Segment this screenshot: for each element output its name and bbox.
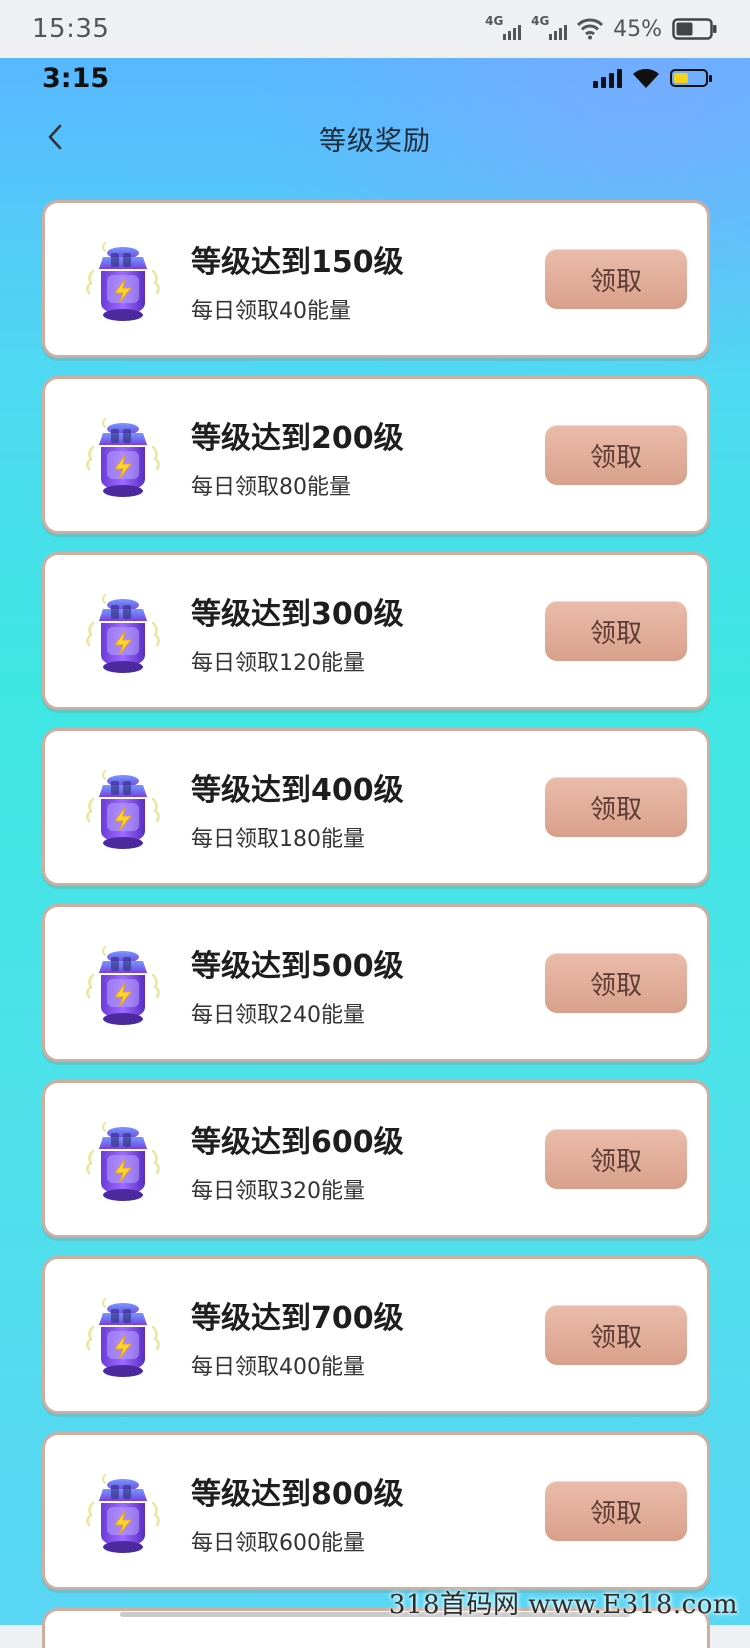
battery-percent: 45%: [613, 16, 662, 42]
energy-lantern-icon: [83, 769, 163, 853]
outer-status-bar: 15:35 4G 4G 45%: [0, 0, 750, 58]
wifi-icon: [633, 68, 659, 88]
energy-lantern-icon: [83, 945, 163, 1029]
nav-bar: 等级奖励: [0, 108, 750, 168]
reward-description: 每日领取40能量: [191, 299, 351, 324]
reward-level: 等级达到700级: [191, 1301, 404, 1336]
reward-level: 等级达到500级: [191, 949, 404, 984]
network-type-label: 4G: [485, 14, 504, 28]
page-title: 等级奖励: [319, 125, 431, 157]
reward-card: 等级达到700级 每日领取400能量 领取: [42, 1256, 710, 1414]
watermark: 318首码网 www.E318.com: [388, 1590, 738, 1620]
claim-button[interactable]: 领取: [545, 1305, 687, 1365]
reward-description: 每日领取80能量: [191, 475, 351, 500]
reward-description: 每日领取400能量: [191, 1355, 365, 1380]
reward-list: 等级达到150级 每日领取40能量 领取 等级达到200级 每日领取80能量 领…: [42, 200, 710, 1648]
cellular-signal-icon: 4G: [485, 14, 522, 42]
reward-card: 等级达到800级 每日领取600能量 领取: [42, 1432, 710, 1590]
reward-description: 每日领取240能量: [191, 1003, 365, 1028]
reward-level: 等级达到150级: [191, 245, 404, 280]
reward-level: 等级达到200级: [191, 421, 404, 456]
energy-lantern-icon: [83, 593, 163, 677]
wifi-icon: [577, 18, 604, 40]
inner-status-bar: 3:15: [0, 58, 750, 98]
reward-description: 每日领取120能量: [191, 651, 365, 676]
reward-card: 等级达到500级 每日领取240能量 领取: [42, 904, 710, 1062]
reward-card: 等级达到400级 每日领取180能量 领取: [42, 728, 710, 886]
outer-status-icons: 4G 4G 45%: [485, 14, 718, 42]
reward-card: 等级达到150级 每日领取40能量 领取: [42, 200, 710, 358]
reward-level: 等级达到600级: [191, 1125, 404, 1160]
reward-description: 每日领取180能量: [191, 827, 365, 852]
claim-button[interactable]: 领取: [545, 601, 687, 661]
inner-clock: 3:15: [42, 62, 110, 94]
back-button[interactable]: [40, 122, 70, 152]
reward-description: 每日领取320能量: [191, 1179, 365, 1204]
claim-button[interactable]: 领取: [545, 249, 687, 309]
energy-lantern-icon: [83, 241, 163, 325]
energy-lantern-icon: [83, 1297, 163, 1381]
reward-card: 等级达到300级 每日领取120能量 领取: [42, 552, 710, 710]
claim-button[interactable]: 领取: [545, 1481, 687, 1541]
reward-card: 等级达到600级 每日领取320能量 领取: [42, 1080, 710, 1238]
claim-button[interactable]: 领取: [545, 777, 687, 837]
chevron-left-icon: [48, 124, 62, 150]
cellular-signal-icon: 4G: [531, 14, 568, 42]
energy-lantern-icon: [83, 1121, 163, 1205]
inner-status-icons: [593, 67, 712, 89]
reward-card: 等级达到200级 每日领取80能量 领取: [42, 376, 710, 534]
outer-clock: 15:35: [32, 14, 110, 44]
battery-icon: [672, 18, 717, 40]
reward-level: 等级达到400级: [191, 773, 404, 808]
signal-bars-icon: [593, 68, 622, 88]
battery-icon: [670, 69, 712, 87]
app-screen: 3:15 等级奖励 等级达到150级 每日领取40能量 领取 等级达到200级 …: [0, 58, 750, 1648]
claim-button[interactable]: 领取: [545, 953, 687, 1013]
network-type-label: 4G: [531, 14, 550, 28]
energy-lantern-icon: [83, 1473, 163, 1557]
claim-button[interactable]: 领取: [545, 425, 687, 485]
reward-level: 等级达到300级: [191, 597, 404, 632]
reward-level: 等级达到800级: [191, 1477, 404, 1512]
energy-lantern-icon: [83, 417, 163, 501]
claim-button[interactable]: 领取: [545, 1129, 687, 1189]
reward-description: 每日领取600能量: [191, 1531, 365, 1556]
